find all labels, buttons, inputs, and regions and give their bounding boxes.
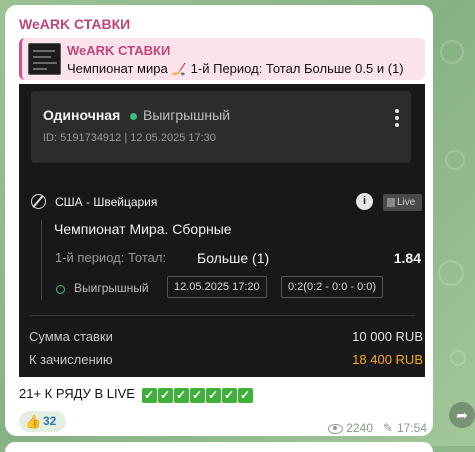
sport-ball-icon [31, 194, 46, 209]
payout-label: К зачислению [29, 352, 113, 367]
summary-divider [29, 315, 415, 316]
share-icon[interactable]: ➦ [449, 402, 475, 428]
hockey-stick-icon: 🏒 [171, 62, 187, 76]
message-bubble: WeARK СТАВКИ WeARK СТАВКИ Чемпионат мира… [5, 5, 433, 436]
payout-value: 18 400 RUB [352, 352, 423, 367]
views-count: 2240 [346, 421, 373, 435]
stake-label: Сумма ставки [29, 329, 113, 344]
info-icon[interactable]: i [356, 193, 373, 210]
result-status-ring-icon [56, 285, 65, 294]
message-meta: 2240 ✎ 17:54 [328, 421, 427, 435]
match-title: США - Швейцария [55, 195, 158, 209]
message-caption: 21+ К РЯДУ В LIVE ✓ ✓ ✓ ✓ ✓ ✓ ✓ [19, 386, 253, 403]
check-mark-icon: ✓ [173, 387, 189, 403]
channel-name[interactable]: WeARK СТАВКИ [19, 16, 130, 32]
more-options-icon[interactable] [389, 107, 405, 133]
check-mark-icon: ✓ [189, 387, 205, 403]
check-mark-icon: ✓ [141, 387, 157, 403]
reply-preview[interactable]: WeARK СТАВКИ Чемпионат мира 🏒 1-й Период: … [19, 38, 425, 80]
event-divider-line [41, 220, 42, 300]
check-mark-icon: ✓ [205, 387, 221, 403]
reply-text-part2: 1-й Период: Тотал Больше 0.5 и (1) [190, 61, 404, 76]
caption-text: 21+ К РЯДУ В LIVE [19, 386, 135, 401]
league-name: Чемпионат Мира. Сборные [54, 221, 232, 237]
reply-text: Чемпионат мира 🏒 1-й Период: Тотал Больше … [67, 61, 404, 76]
check-mark-icon: ✓ [237, 387, 253, 403]
market-name: 1-й период: Тотал: [55, 250, 167, 265]
views-eye-icon [328, 423, 344, 434]
reaction-count: 32 [43, 414, 57, 428]
reply-title: WeARK СТАВКИ [67, 43, 171, 58]
check-mark-icon: ✓ [157, 387, 173, 403]
win-status-dot-icon [130, 113, 137, 120]
pin-icon: ✎ [382, 421, 393, 435]
bet-type: Одиночная [43, 107, 121, 123]
next-message-bubble [5, 442, 433, 452]
bet-id-date: ID: 5191734912 | 12.05.2025 17:30 [43, 132, 216, 144]
check-mark-row: ✓ ✓ ✓ ✓ ✓ ✓ ✓ [141, 387, 253, 403]
odds-value: 1.84 [393, 250, 421, 266]
bet-header: Одиночная Выигрышный ID: 5191734912 | 12… [31, 91, 411, 163]
bet-status: Выигрышный [143, 107, 231, 123]
live-badge: Live [383, 194, 422, 211]
reply-thumbnail [28, 43, 61, 75]
stake-value: 10 000 RUB [352, 329, 423, 344]
selection-name: Больше (1) [197, 250, 270, 266]
reaction-thumbs-up[interactable]: 👍 32 [19, 411, 66, 432]
event-time-chip: 12.05.2025 17:20 [167, 276, 267, 298]
score-chip: 0:2(0:2 - 0:0 - 0:0) [281, 276, 384, 298]
reply-text-part1: Чемпионат мира [67, 61, 168, 76]
bet-slip-image[interactable]: Одиночная Выигрышный ID: 5191734912 | 12… [19, 84, 425, 377]
result-status: Выигрышный [74, 281, 149, 295]
message-time: 17:54 [396, 421, 427, 435]
check-mark-icon: ✓ [221, 387, 237, 403]
thumbs-up-icon: 👍 [25, 414, 42, 429]
